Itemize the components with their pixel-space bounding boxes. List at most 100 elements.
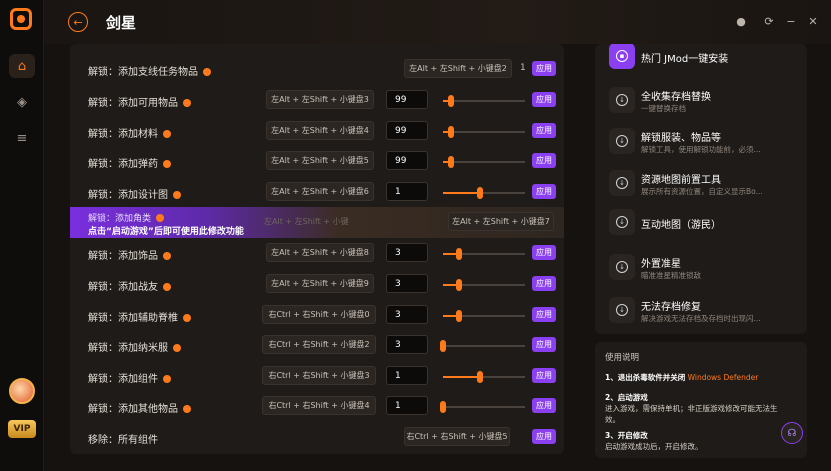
record-icon[interactable]: ● <box>734 14 748 28</box>
info-dot-icon[interactable] <box>156 214 165 222</box>
info-dot-icon[interactable] <box>163 130 171 138</box>
slider-thumb[interactable] <box>440 401 446 413</box>
tool-item[interactable]: ↓ 互动地图（游民） <box>595 204 807 242</box>
apply-button[interactable]: 应用 <box>532 429 556 444</box>
quantity-input[interactable]: 1 <box>386 366 428 385</box>
info-dot-icon[interactable] <box>183 314 191 322</box>
info-dot-icon[interactable] <box>183 99 191 107</box>
quantity-slider[interactable] <box>443 310 525 322</box>
apply-button[interactable]: 应用 <box>532 368 556 383</box>
info-dot-icon[interactable] <box>173 191 181 199</box>
refresh-icon[interactable]: ⟳ <box>762 14 776 28</box>
apply-button[interactable]: 应用 <box>532 398 556 413</box>
apply-button[interactable]: 应用 <box>532 184 556 199</box>
hotkey-chip[interactable]: 右Ctrl + 右Shift + 小键盘2 <box>262 335 376 354</box>
close-icon[interactable]: ✕ <box>806 14 820 28</box>
option-row: 解锁：添加饰品 左Alt + 左Shift + 小键盘8 3 应用 <box>70 238 564 269</box>
option-label: 解锁：添加设计图 <box>88 186 181 201</box>
apply-button[interactable]: 应用 <box>532 276 556 291</box>
app-logo-icon <box>10 8 32 30</box>
slider-thumb[interactable] <box>456 310 463 322</box>
quantity-input[interactable]: 3 <box>386 335 428 354</box>
quantity-slider[interactable] <box>443 248 525 260</box>
quantity-input[interactable]: 3 <box>386 243 428 262</box>
quantity-slider[interactable] <box>443 126 525 138</box>
quantity-slider[interactable] <box>443 371 525 383</box>
apply-button[interactable]: 应用 <box>532 123 556 138</box>
usage-step-3: 3、开启修改 启动游戏成功后，开启修改。 <box>605 431 703 451</box>
apply-button[interactable]: 应用 <box>532 61 556 76</box>
quantity-slider[interactable] <box>443 279 525 291</box>
option-row: 解锁：添加辅助脊椎 右Ctrl + 右Shift + 小键盘0 3 应用 <box>70 300 564 331</box>
slider-thumb[interactable] <box>448 95 455 107</box>
hotkey-chip[interactable]: 左Alt + 左Shift + 小键盘8 <box>266 243 374 262</box>
quantity-slider[interactable] <box>440 340 525 352</box>
tool-title: 热门 JMod一键安装 <box>641 54 729 65</box>
info-dot-icon[interactable] <box>203 68 211 76</box>
apply-button[interactable]: 应用 <box>532 153 556 168</box>
tool-item[interactable]: ↓ 无法存档修复 解决游戏无法存档及存档时出现闪... <box>595 292 807 330</box>
info-dot-icon[interactable] <box>163 375 171 383</box>
hotkey-chip[interactable]: 右Ctrl + 右Shift + 小键盘5 <box>404 427 510 446</box>
slider-thumb[interactable] <box>448 126 455 138</box>
info-dot-icon[interactable] <box>163 160 171 168</box>
option-label: 解锁：添加可用物品 <box>88 94 191 109</box>
slider-thumb[interactable] <box>476 371 483 383</box>
layers-nav-icon[interactable]: ≡ <box>9 126 35 150</box>
quantity-input[interactable]: 1 <box>386 182 428 201</box>
minimize-icon[interactable]: − <box>784 14 798 28</box>
quantity-input[interactable]: 99 <box>386 121 428 140</box>
tool-title: 解锁服装、物品等 <box>641 133 721 144</box>
home-nav-icon[interactable]: ⌂ <box>9 54 35 78</box>
hotkey-chip[interactable]: 右Ctrl + 右Shift + 小键盘0 <box>262 305 376 324</box>
hotkey-chip[interactable]: 左Alt + 左Shift + 小键盘5 <box>266 151 374 170</box>
quantity-input[interactable]: 3 <box>386 305 428 324</box>
hotkey-chip[interactable]: 左Alt + 左Shift + 小键盘9 <box>266 274 374 293</box>
option-row: 移除：所有组件 右Ctrl + 右Shift + 小键盘5 应用 <box>70 422 564 453</box>
option-row: 解锁：添加可用物品 左Alt + 左Shift + 小键盘3 99 应用 <box>70 85 564 116</box>
gamepad-nav-icon[interactable]: ◈ <box>9 90 35 114</box>
info-dot-icon[interactable] <box>163 252 171 260</box>
quantity-input[interactable]: 1 <box>386 396 428 415</box>
tool-title: 无法存档修复 <box>641 302 701 313</box>
tool-item[interactable]: ↓ 全收集存档替换 一键替换存档 <box>595 82 807 120</box>
tool-item[interactable]: ↓ 解锁服装、物品等 解锁工具，使用解锁功能前，必须... <box>595 123 807 161</box>
apply-button[interactable]: 应用 <box>532 92 556 107</box>
apply-button[interactable]: 应用 <box>532 245 556 260</box>
quantity-slider[interactable] <box>443 187 525 199</box>
tool-item[interactable]: ▪ 热门 JMod一键安装 <box>595 44 807 76</box>
quantity-input[interactable]: 3 <box>386 274 428 293</box>
headset-icon[interactable]: ☊ <box>781 422 803 444</box>
slider-thumb[interactable] <box>476 187 483 199</box>
usage-step-2: 2、启动游戏 进入游戏，需保持单机；非正版游戏修改可能无法生效。 <box>605 393 778 424</box>
quantity-slider[interactable] <box>440 401 525 413</box>
count-value: 1 <box>520 63 526 73</box>
info-dot-icon[interactable] <box>183 405 191 413</box>
tool-item[interactable]: ↓ 外置准星 瞄准准星精准锁敌 <box>595 249 807 287</box>
hotkey-chip[interactable]: 左Alt + 左Shift + 小键盘6 <box>266 182 374 201</box>
quantity-slider[interactable] <box>443 156 525 168</box>
apply-button[interactable]: 应用 <box>532 337 556 352</box>
info-dot-icon[interactable] <box>163 283 171 291</box>
hotkey-chip[interactable]: 左Alt + 左Shift + 小键盘2 <box>404 59 512 78</box>
hotkey-chip[interactable]: 左Alt + 左Shift + 小键盘7 <box>448 212 554 231</box>
tool-item[interactable]: ↓ 资源地图前置工具 展示所有资源位置，自定义显示Bo... <box>595 165 807 203</box>
hotkey-chip[interactable]: 右Ctrl + 右Shift + 小键盘4 <box>262 396 376 415</box>
user-avatar[interactable] <box>9 378 35 404</box>
hotkey-chip[interactable]: 左Alt + 左Shift + 小键盘4 <box>266 121 374 140</box>
slider-thumb[interactable] <box>456 279 463 291</box>
quantity-input[interactable]: 99 <box>386 90 428 109</box>
hotkey-chip[interactable]: 右Ctrl + 右Shift + 小键盘3 <box>262 366 376 385</box>
quantity-input[interactable]: 99 <box>386 151 428 170</box>
slider-thumb[interactable] <box>448 156 455 168</box>
info-dot-icon[interactable] <box>173 344 181 352</box>
slider-fill <box>443 376 480 378</box>
vip-badge[interactable]: VIP <box>8 420 36 438</box>
slider-thumb[interactable] <box>440 340 446 352</box>
apply-button[interactable]: 应用 <box>532 307 556 322</box>
quantity-slider[interactable] <box>443 95 525 107</box>
back-button[interactable]: ← <box>68 12 88 32</box>
option-row: 解锁：添加组件 右Ctrl + 右Shift + 小键盘3 1 应用 <box>70 361 564 392</box>
hotkey-chip[interactable]: 左Alt + 左Shift + 小键盘3 <box>266 90 374 109</box>
slider-thumb[interactable] <box>456 248 463 260</box>
